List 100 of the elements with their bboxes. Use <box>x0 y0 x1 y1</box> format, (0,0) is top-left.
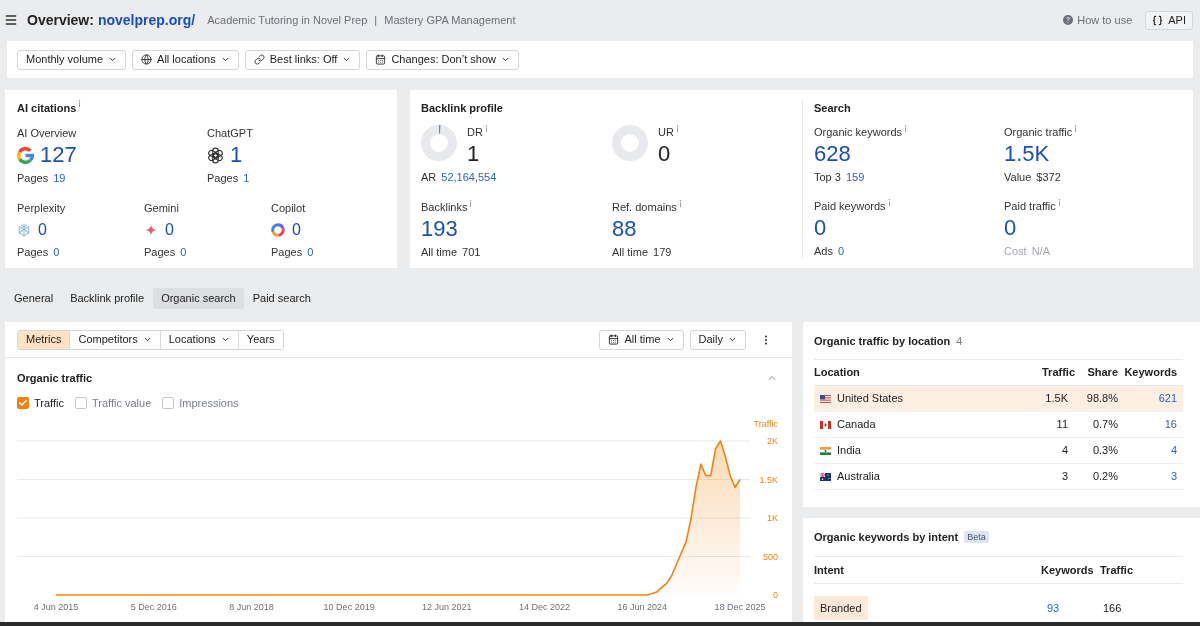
table-cell-text: 166 <box>1102 600 1123 616</box>
lattice-logo-icon <box>17 223 31 237</box>
metric-subvalue[interactable]: 52,164,554 <box>441 170 497 184</box>
metric-value[interactable]: 193 <box>421 216 458 242</box>
y-axis-label: 1K <box>767 513 778 523</box>
series-label: Traffic <box>753 419 778 429</box>
check-icon <box>18 398 28 408</box>
x-axis-label: 12 Jun 2021 <box>422 602 472 612</box>
domain-link[interactable]: novelprep.org/ <box>97 9 196 31</box>
table-cell[interactable]: 621 <box>1118 390 1177 407</box>
metric-sublabel: Ads <box>814 244 833 258</box>
column-header[interactable]: Traffic <box>1100 561 1183 579</box>
metric-value[interactable]: 127 <box>40 142 77 168</box>
filter-dropdown[interactable]: All locations <box>132 49 239 70</box>
checkbox-label: Impressions <box>179 395 239 411</box>
x-axis-label: 10 Dec 2019 <box>323 602 375 612</box>
card-title: Organic keywords by intent <box>814 529 959 545</box>
metric-label: ChatGPT <box>207 126 253 140</box>
segment-button[interactable]: Metrics <box>18 330 70 349</box>
metric-label: AI Overview <box>17 126 77 140</box>
metric-label: Gemini <box>144 201 179 215</box>
interval-dropdown[interactable]: Daily <box>689 329 746 350</box>
chevron-down-icon <box>500 55 510 64</box>
metric-value[interactable]: 0 <box>38 220 47 240</box>
metric-sublabel: All time <box>421 245 458 259</box>
metric-value[interactable]: 0 <box>814 215 827 241</box>
knot-logo-icon <box>207 146 224 164</box>
metric-label: Copilot <box>271 201 306 215</box>
metric-sublabel: Pages <box>271 245 303 259</box>
section-title: Organic traffic <box>17 370 93 386</box>
table-cell-text: Australia <box>837 469 880 485</box>
x-axis-label: 16 Jun 2024 <box>617 602 668 612</box>
checkbox[interactable] <box>74 397 87 409</box>
x-axis-label: 4 Jun 2015 <box>33 602 79 612</box>
metric-value[interactable]: 0 <box>165 220 174 240</box>
metric-subvalue: N/A <box>1031 244 1050 258</box>
card-title: Backlink profile <box>421 101 503 116</box>
column-header[interactable]: Keywords <box>1041 561 1100 579</box>
filter-dropdown[interactable]: Best links: Off <box>244 49 361 70</box>
table-cell[interactable]: 16 <box>1118 416 1177 433</box>
checkbox[interactable] <box>17 397 29 409</box>
metric-value[interactable]: 1.5K <box>1004 141 1050 167</box>
x-axis-label: 18 Dec 2025 <box>714 602 766 612</box>
metric-value[interactable]: 88 <box>612 216 637 242</box>
metric-subvalue[interactable]: 19 <box>53 171 66 185</box>
metric-subvalue[interactable]: 0 <box>837 244 845 258</box>
tab[interactable]: Organic search <box>153 288 244 309</box>
y-axis-label: 0 <box>773 590 778 600</box>
metric-value[interactable]: 0 <box>1004 215 1017 241</box>
metric-value[interactable]: 628 <box>814 141 851 167</box>
metric-subvalue[interactable]: 0 <box>180 245 187 259</box>
column-header[interactable]: Keywords <box>1118 364 1177 381</box>
link-icon <box>253 54 265 65</box>
table-cell-text: 0.7% <box>1091 417 1118 433</box>
tab[interactable]: General <box>6 288 62 309</box>
metric-value[interactable]: 0 <box>292 220 301 240</box>
metric-subvalue[interactable]: 1 <box>243 171 250 185</box>
calendar-icon <box>375 54 387 65</box>
column-header[interactable]: Share <box>1075 364 1118 381</box>
metric-value[interactable]: 1 <box>230 142 243 168</box>
y-axis-label: 2K <box>767 436 778 446</box>
metric-subvalue: 179 <box>653 245 672 259</box>
table-cell[interactable]: 93 <box>1041 599 1100 617</box>
menu-icon[interactable] <box>4 13 18 27</box>
checkbox[interactable] <box>162 397 175 409</box>
tab[interactable]: Backlink profile <box>62 288 153 309</box>
filter-dropdown[interactable]: Changes: Don’t show <box>366 49 519 70</box>
flag-icon <box>820 420 831 429</box>
table-cell-text: 98.8% <box>1085 391 1118 407</box>
metric-label: Organic keywords <box>814 125 903 139</box>
swirl-logo-icon <box>271 223 285 237</box>
metric-label: Ref. domains <box>612 200 677 214</box>
column-header: Location <box>814 365 861 381</box>
x-axis-label: 14 Dec 2022 <box>519 602 571 612</box>
table-cell[interactable]: 3 <box>1118 468 1177 485</box>
table-cell-text: 4 <box>1060 443 1069 459</box>
period-dropdown[interactable]: All time <box>599 329 684 350</box>
card-title: Organic traffic by location <box>814 333 951 349</box>
metric-label: DR <box>467 125 483 139</box>
table-cell-text: India <box>837 443 861 459</box>
metric-label: Paid keywords <box>814 199 886 213</box>
table-cell-text: 0.3% <box>1091 443 1118 459</box>
x-axis-label: 8 Jun 2018 <box>229 602 274 612</box>
table-cell: Branded <box>814 596 868 620</box>
tab[interactable]: Paid search <box>244 288 319 309</box>
metric-label: Perplexity <box>17 201 66 215</box>
metric-subvalue[interactable]: 0 <box>53 245 60 259</box>
metric-subvalue[interactable]: 0 <box>307 245 314 259</box>
column-header[interactable]: Traffic <box>1005 364 1075 381</box>
table-cell-text: Canada <box>837 417 876 433</box>
rating-value: 1 <box>467 141 481 167</box>
metric-subvalue[interactable]: 159 <box>845 170 865 184</box>
breadcrumb-text: Academic Tutoring in Novel Prep <box>207 12 368 28</box>
segment-button[interactable]: Years <box>237 330 283 349</box>
metric-sublabel: All time <box>612 245 649 259</box>
filter-dropdown[interactable]: Monthly volume <box>17 49 127 70</box>
api-button[interactable]: API <box>1145 10 1193 30</box>
metric-label: UR <box>658 125 674 139</box>
table-cell[interactable]: 4 <box>1118 442 1177 459</box>
how-to-use-link[interactable]: How to use <box>1063 11 1133 29</box>
